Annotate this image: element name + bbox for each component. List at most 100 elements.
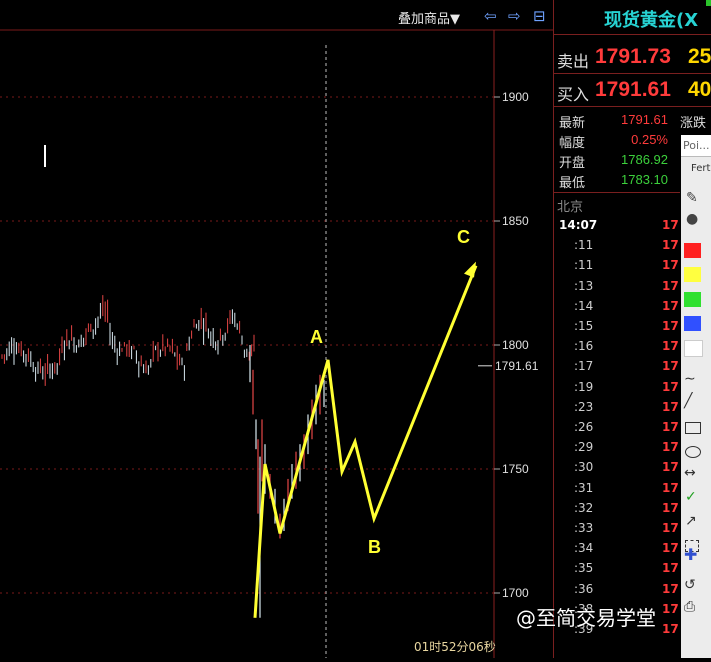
arrow-right-icon[interactable]: ⇨ [508,7,521,25]
undo-icon[interactable]: ↺ [684,577,696,593]
axis-tick-label: 1900 [502,90,529,104]
tick-time: :11 [574,238,594,253]
price-chart[interactable]: A B C 1900 1850 1800 1750 1700 1791.61 [0,0,553,658]
buy-volume: 40 [688,78,711,101]
tick-row: :32 17 [554,498,680,518]
tick-row: :36 17 [554,579,680,599]
status-indicator [706,0,711,6]
tick-price: 17 [662,521,679,535]
tick-row: :13 17 [554,276,680,296]
tick-price: 17 [662,339,679,354]
tick-time: :29 [574,440,594,455]
tick-row: :31 17 [554,478,680,498]
tick-price: 17 [662,278,679,293]
measure-tool-icon[interactable]: ↔ [684,465,696,481]
tick-price: 17 [662,500,679,515]
tick-price: 17 [662,298,679,313]
chart-svg: A B C 1900 1850 1800 1750 1700 1791.61 [0,29,553,658]
tick-time: :19 [574,379,594,394]
red-swatch[interactable] [684,243,701,258]
tool-panel-tab[interactable]: Fert [681,161,711,177]
low-value: 1783.10 [621,172,668,187]
tick-time: :15 [574,319,594,333]
green-swatch[interactable] [684,292,701,307]
tick-time: :17 [574,359,594,374]
tick-row: :26 17 [554,417,680,437]
tick-price: 17 [662,541,679,556]
tick-price: 17 [662,440,679,455]
tick-row: :16 17 [554,336,680,356]
tick-price: 17 [662,319,679,333]
tick-row: :34 17 [554,538,680,558]
chart-toolbar: 叠加商品▼ ⇦ ⇨ ⊟ [0,0,553,30]
tick-row: :14 17 [554,296,680,316]
latest-label: 最新 [559,116,586,131]
rectangle-tool-icon[interactable] [685,422,701,434]
tick-row: :30 17 [554,457,680,477]
axis-tick-label: 1750 [502,462,529,476]
countdown-timer: 01时52分06秒 [414,640,496,654]
tick-price: 17 [662,480,679,495]
axis-tick-label: 1800 [502,338,529,352]
tick-price: 17 [662,399,679,414]
open-row: 开盘 1786.92 [554,150,680,171]
change-label: 涨跌 [680,116,707,131]
tick-price: 17 [662,622,679,636]
tick-price: 17 [662,359,679,374]
pen-icon[interactable]: ✎ [686,190,698,206]
print-icon[interactable]: ⎙ [684,599,695,615]
check-icon[interactable]: ✓ [685,489,697,505]
tick-time: :34 [574,541,594,556]
tick-price: 17 [662,460,679,475]
tick-price: 17 [662,561,679,576]
latest-row: 最新 1791.61 [554,110,680,131]
line-tool-icon[interactable]: ╱ [684,393,692,409]
tick-time: :31 [574,480,594,495]
low-label: 最低 [559,176,586,191]
instrument-title[interactable]: 现货黄金(X [604,6,698,32]
tick-time: :16 [574,339,594,354]
white-swatch[interactable] [684,340,703,357]
open-value: 1786.92 [621,152,668,167]
yellow-swatch[interactable] [684,267,701,282]
overlay-products-button[interactable]: 叠加商品▼ [398,8,460,27]
wave-arrowhead [464,261,476,278]
tool-panel-header: Poi... [681,135,711,157]
quote-title-bar: 现货黄金(X [554,0,711,35]
candle-series [1,295,325,618]
divider [554,192,680,193]
ellipse-tool-icon[interactable] [685,446,701,458]
crosshair-icon[interactable]: ✚ [684,545,697,564]
sell-row: 卖出 1791.73 25 [554,41,711,74]
wave-label-c: C [457,227,470,247]
tick-price: 17 [662,379,679,394]
wave-annotation: A B C [253,227,478,618]
tick-time: :13 [574,278,594,293]
tick-row: :35 17 [554,558,680,578]
tick-row: :19 17 [554,377,680,397]
tick-row: 14:07 17 [554,215,680,235]
dot-icon[interactable]: ● [686,211,698,227]
blue-swatch[interactable] [684,316,701,331]
curve-tool-icon[interactable]: ∼ [684,371,696,387]
axis-tick-label: 1700 [502,586,529,600]
amplitude-label: 幅度 [559,136,586,151]
buy-label: 买入 [557,85,590,104]
tick-time: :23 [574,399,594,414]
amplitude-row: 幅度 0.25% [554,130,680,151]
layout-icon[interactable]: ⊟ [533,7,546,25]
tick-row: :33 17 [554,518,680,538]
arrow-left-icon[interactable]: ⇦ [484,7,497,25]
sell-price: 1791.73 [595,45,671,68]
drawing-tools-panel: Poi... Fert ✎ ● ∼ ╱ ↔ ✓ ↗ ✚ ↺ ⎙ [681,135,711,658]
tick-row: :11 17 [554,255,680,275]
city-label: 北京 [557,200,584,215]
low-row: 最低 1783.10 [554,170,680,191]
tick-time: :36 [574,581,594,596]
arrow-tool-icon[interactable]: ↗ [685,513,697,529]
tick-row: :17 17 [554,356,680,376]
amplitude-value: 0.25% [631,132,668,147]
tick-time: :11 [574,258,594,273]
tick-price: 17 [662,601,679,616]
tick-row: :11 17 [554,235,680,255]
